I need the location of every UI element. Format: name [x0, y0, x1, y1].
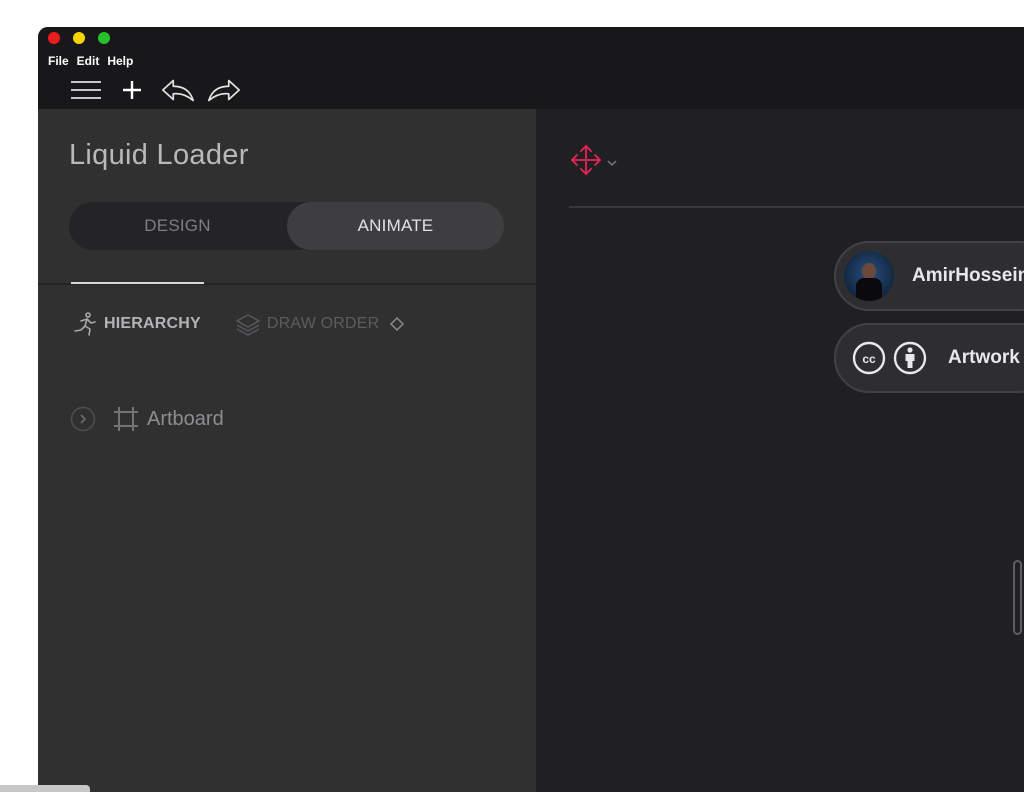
close-window-button[interactable] [48, 32, 60, 44]
window-controls [48, 32, 110, 44]
project-title: Liquid Loader [69, 139, 249, 171]
tab-draw-order[interactable]: DRAW ORDER [235, 312, 406, 336]
horizontal-scrollbar[interactable] [0, 785, 90, 792]
main-toolbar [68, 75, 252, 105]
license-icons: cc [852, 341, 934, 375]
active-tab-indicator [71, 282, 204, 284]
tree-item-artboard[interactable]: Artboard [70, 406, 224, 432]
zoom-window-button[interactable] [98, 32, 110, 44]
left-sidebar: Liquid Loader DESIGN ANIMATE HIERARCHY D… [38, 109, 536, 792]
tree-item-label: Artboard [147, 407, 224, 430]
attribution-icon [893, 341, 927, 375]
design-mode-button[interactable]: DESIGN [69, 202, 286, 250]
tab-hierarchy-label: HIERARCHY [104, 315, 201, 332]
animate-mode-button[interactable]: ANIMATE [287, 202, 504, 250]
tool-dropdown-chevron-icon[interactable] [606, 158, 618, 168]
tab-hierarchy[interactable]: HIERARCHY [72, 311, 201, 337]
diamond-icon[interactable] [389, 316, 405, 332]
undo-icon[interactable] [160, 75, 196, 105]
expand-chevron-icon[interactable] [70, 406, 96, 432]
tab-draw-order-label: DRAW ORDER [266, 315, 380, 332]
menu-bar: File Edit Help [48, 54, 133, 68]
stage-toolbar [569, 143, 618, 182]
author-credit-pill[interactable]: AmirHossein [834, 241, 1024, 311]
move-tool-icon[interactable] [569, 143, 603, 182]
creative-commons-icon: cc [852, 341, 886, 375]
minimize-window-button[interactable] [73, 32, 85, 44]
redo-icon[interactable] [206, 75, 242, 105]
avatar [844, 251, 894, 301]
app-window: File Edit Help Liquid Loader DESIGN ANIM… [38, 27, 1024, 792]
menu-help[interactable]: Help [107, 54, 133, 68]
title-bar: File Edit Help [38, 27, 1024, 109]
hamburger-menu-icon[interactable] [68, 75, 104, 105]
menu-edit[interactable]: Edit [77, 54, 100, 68]
mode-toggle: DESIGN ANIMATE [69, 202, 504, 250]
license-pill[interactable]: cc Artwork [834, 323, 1024, 393]
layers-icon [235, 312, 261, 336]
author-name: AmirHossein [912, 265, 1024, 286]
vertical-scroll-handle[interactable] [1013, 560, 1022, 635]
stage-area: AmirHossein cc Artwork [536, 109, 1024, 792]
license-label: Artwork [948, 347, 1020, 368]
svg-text:cc: cc [862, 352, 876, 366]
menu-file[interactable]: File [48, 54, 69, 68]
running-figure-icon [72, 311, 98, 337]
artboard-icon [113, 406, 139, 432]
plus-icon[interactable] [114, 75, 150, 105]
panel-tabs: HIERARCHY DRAW ORDER [72, 311, 405, 337]
stage-divider [569, 206, 1024, 208]
